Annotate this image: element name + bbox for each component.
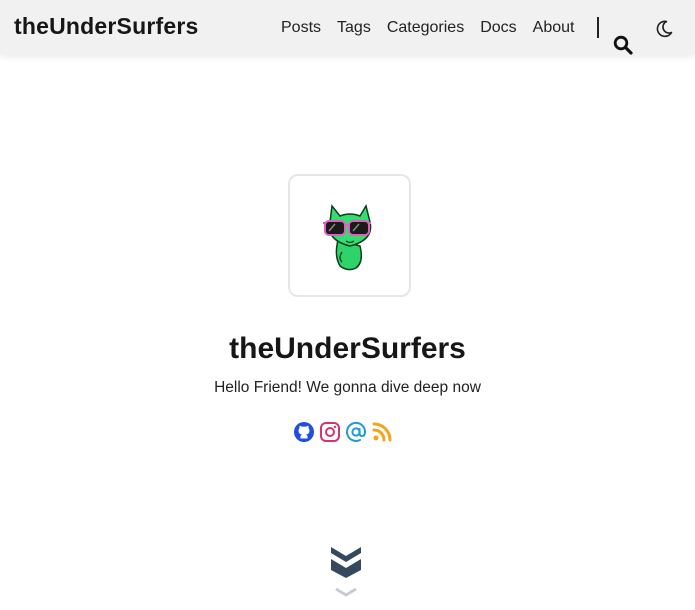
- nav-link-posts[interactable]: Posts: [281, 18, 321, 38]
- nav-link-tags[interactable]: Tags: [337, 18, 371, 38]
- nav-link-categories[interactable]: Categories: [387, 18, 464, 38]
- github-icon[interactable]: [293, 421, 315, 443]
- nav-links: Posts Tags Categories Docs About: [281, 18, 590, 38]
- nav-link-about[interactable]: About: [533, 18, 575, 38]
- moon-icon[interactable]: [654, 19, 674, 39]
- search-icon[interactable]: [613, 35, 633, 55]
- avatar: [288, 174, 411, 297]
- cat-with-sunglasses-avatar: [323, 204, 372, 271]
- site-brand[interactable]: theUnderSurfers: [14, 13, 198, 41]
- rss-icon[interactable]: [371, 421, 393, 443]
- social-links: [293, 421, 393, 443]
- double-chevron-down-icon[interactable]: [329, 545, 363, 600]
- navbar: theUnderSurfers Posts Tags Categories Do…: [0, 0, 695, 55]
- email-icon[interactable]: [345, 421, 367, 443]
- profile-title: theUnderSurfers: [229, 332, 466, 365]
- nav-link-docs[interactable]: Docs: [480, 18, 516, 38]
- instagram-icon[interactable]: [319, 421, 341, 443]
- profile-subtitle: Hello Friend! We gonna dive deep now: [214, 379, 481, 396]
- nav-divider: [597, 17, 599, 38]
